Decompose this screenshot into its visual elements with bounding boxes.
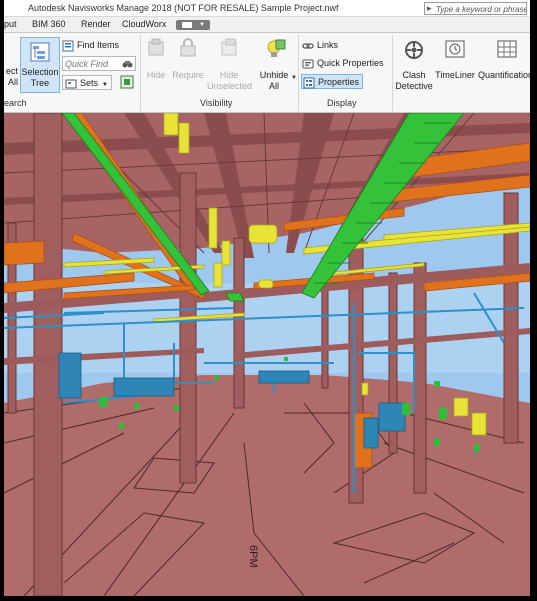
select-all-label-1: ect <box>5 66 18 76</box>
visibility-panel-label: Visibility <box>200 98 233 108</box>
links-label: Links <box>317 40 339 50</box>
display-panel-label: Display <box>327 98 357 108</box>
ribbon-tab-bar: put BIM 360 Render CloudWorx ▼ <box>4 17 530 33</box>
search-arrow-icon: ▸ <box>427 3 432 13</box>
keyword-search-input[interactable] <box>436 4 526 14</box>
tab-output[interactable]: put <box>4 19 17 29</box>
find-items-button[interactable]: Find Items <box>62 38 119 53</box>
ribbon: ect All Selection Tree Find Items Quick … <box>4 33 530 113</box>
sets-label: Sets <box>80 78 99 88</box>
model-scene: 6PM <box>4 113 530 596</box>
navisworks-window: Autodesk Navisworks Manage 2018 (NOT FOR… <box>4 0 530 596</box>
clash-detective-label-2: Detective <box>395 81 433 91</box>
selection-tree-icon <box>30 42 50 62</box>
properties-button[interactable]: Properties <box>301 74 363 89</box>
hide-unselected-label-1: Hide <box>219 70 239 80</box>
selection-tree-label-1: Selection <box>21 67 59 77</box>
unhide-all-label-1: Unhide <box>259 70 289 80</box>
clash-detective-icon <box>405 41 423 59</box>
links-button[interactable]: Links <box>302 38 338 53</box>
select-all-label-2: All <box>7 77 18 87</box>
links-chain-icon <box>302 42 314 49</box>
find-items-icon <box>62 40 74 52</box>
quick-find-input[interactable] <box>65 58 117 69</box>
timeliner-label: TimeLiner <box>435 70 475 80</box>
screen-frame: Autodesk Navisworks Manage 2018 (NOT FOR… <box>0 0 537 601</box>
quantification-icon <box>497 40 517 58</box>
panel-separator <box>140 35 141 111</box>
sets-dropdown[interactable]: Sets ▼ <box>62 75 112 90</box>
hide-button[interactable]: Hide <box>142 37 170 81</box>
dropdown-arrow-icon: ▼ <box>199 22 205 28</box>
quantification-button[interactable]: Quantification <box>478 37 530 81</box>
3d-model-viewport[interactable]: 6PM <box>4 113 530 596</box>
floor-marking-text: 6PM <box>247 545 259 568</box>
tab-render[interactable]: Render <box>81 19 111 29</box>
panel-separator <box>298 35 299 111</box>
selection-tree-label-2: Tree <box>30 78 50 88</box>
require-lock-icon <box>180 38 196 57</box>
hide-label: Hide <box>146 70 166 80</box>
clash-detective-label-1: Clash <box>402 70 426 80</box>
sets-dropdown-arrow-icon: ▼ <box>102 82 108 88</box>
require-label: Require <box>172 70 204 80</box>
save-selection-button[interactable] <box>120 75 136 90</box>
hide-unselected-label-2: Unselected <box>207 81 253 91</box>
timeliner-clock-icon <box>445 40 465 58</box>
timeliner-button[interactable]: TimeLiner <box>432 37 478 81</box>
properties-icon <box>303 77 315 89</box>
quick-properties-icon <box>302 59 314 69</box>
find-items-label: Find Items <box>77 40 120 50</box>
save-selection-icon <box>120 75 134 89</box>
floor-slab <box>4 375 530 596</box>
window-title: Autodesk Navisworks Manage 2018 (NOT FOR… <box>28 3 339 13</box>
hide-unselected-icon <box>221 38 237 56</box>
tab-cloudworx[interactable]: CloudWorx <box>122 19 166 29</box>
keyword-search[interactable]: ▸ <box>424 2 527 15</box>
select-search-panel-label: earch <box>4 98 27 108</box>
hide-unselected-button[interactable]: Hide Unselected <box>207 37 253 92</box>
properties-label: Properties <box>318 77 360 87</box>
tab-bim-360[interactable]: BIM 360 <box>32 19 66 29</box>
require-button[interactable]: Require <box>170 37 206 81</box>
quick-find-field[interactable] <box>62 56 136 71</box>
unhide-all-label-2: All <box>268 81 279 91</box>
unhide-dropdown-arrow-icon[interactable]: ▼ <box>291 75 297 81</box>
title-bar: Autodesk Navisworks Manage 2018 (NOT FOR… <box>4 0 530 17</box>
quantification-label: Quantification <box>478 70 530 80</box>
clash-detective-button[interactable]: Clash Detective <box>392 37 436 92</box>
unhide-all-lightbulb-icon <box>267 39 286 57</box>
hide-icon <box>148 38 164 56</box>
quick-properties-button[interactable]: Quick Properties <box>302 56 384 71</box>
unhide-all-button[interactable]: Unhide All <box>256 37 292 92</box>
selection-tree-button[interactable]: Selection Tree <box>20 37 60 93</box>
quick-properties-label: Quick Properties <box>317 58 384 68</box>
tab-overflow-dropdown[interactable]: ▼ <box>176 20 210 30</box>
sets-icon <box>65 79 77 89</box>
select-all-button[interactable]: ect All <box>4 66 18 88</box>
binoculars-icon[interactable] <box>121 58 133 70</box>
window-icon <box>182 22 192 28</box>
